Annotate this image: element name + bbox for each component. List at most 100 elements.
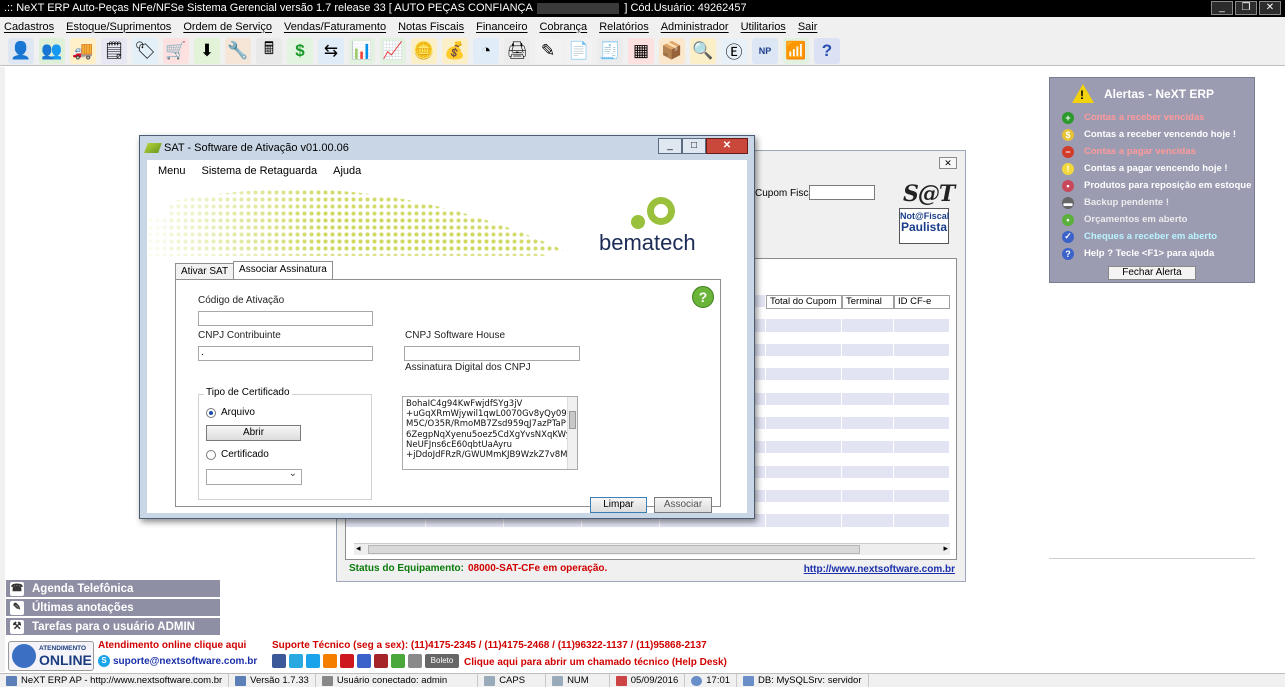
column-header-total[interactable]: Total do Cupom bbox=[766, 295, 842, 309]
menu-item-cobranca[interactable]: Cobrança bbox=[539, 21, 587, 33]
toolbar-button-search[interactable]: 🔍 bbox=[690, 37, 716, 64]
help-icon[interactable]: ? bbox=[692, 286, 714, 308]
alert-item[interactable]: • Orçamentos em aberto bbox=[1050, 211, 1254, 228]
sat-menu-ajuda[interactable]: Ajuda bbox=[333, 165, 361, 177]
toolbar-button-tag[interactable]: 🏷 bbox=[132, 37, 158, 64]
atendimento-online-link[interactable]: Atendimento online clique aqui bbox=[98, 640, 246, 651]
website-link[interactable]: http://www.nextsoftware.com.br bbox=[804, 564, 955, 575]
toolbar-button-user[interactable]: 👤 bbox=[8, 37, 34, 64]
toolbar-button-nota-paulista[interactable]: NP bbox=[752, 37, 778, 64]
support-email[interactable]: S suporte@nextsoftware.com.br bbox=[98, 655, 257, 667]
toolbar-button-pie[interactable]: ◔ bbox=[473, 37, 499, 64]
toolbar-button-client[interactable]: 👥 bbox=[39, 37, 65, 64]
toolbar-button-box[interactable]: 📦 bbox=[659, 37, 685, 64]
arquivo-radio[interactable]: Arquivo bbox=[206, 407, 255, 418]
toolbar-button-tools[interactable]: 🔧 bbox=[225, 37, 251, 64]
maximize-button[interactable]: ❐ bbox=[1235, 1, 1257, 15]
close-button[interactable]: ✕ bbox=[1259, 1, 1281, 15]
cnpj-contribuinte-input[interactable]: . bbox=[198, 346, 373, 361]
toolbar-button-download[interactable]: ⬇ bbox=[194, 37, 220, 64]
sidebar-item-agenda-telefonica[interactable]: ☎ Agenda Telefônica bbox=[6, 580, 220, 597]
alert-item[interactable]: ✓ Cheques a receber em aberto bbox=[1050, 228, 1254, 245]
toolbar-button-printer[interactable]: 🖨 bbox=[504, 37, 530, 64]
scroll-left-icon[interactable]: ◂ bbox=[356, 543, 361, 554]
toolbar-button-dashboard[interactable]: ▦ bbox=[628, 37, 654, 64]
toolbar-button-cart[interactable]: 🛒 bbox=[163, 37, 189, 64]
menu-item-vendas-faturamento[interactable]: Vendas/Faturamento bbox=[284, 21, 386, 33]
menu-item-relatorios[interactable]: Relatórios bbox=[599, 21, 649, 33]
arquivo-radio-dot[interactable] bbox=[206, 407, 216, 418]
cupom-fiscal-input[interactable] bbox=[809, 185, 875, 200]
blogger-icon[interactable] bbox=[323, 654, 337, 668]
skype-icon[interactable] bbox=[306, 654, 320, 668]
alert-item[interactable]: − Contas a pagar vencidas bbox=[1050, 143, 1254, 160]
alert-item[interactable]: + Contas a receber vencidas bbox=[1050, 109, 1254, 126]
download-icon[interactable] bbox=[391, 654, 405, 668]
alert-item[interactable]: ▪ Produtos para reposição em estoque bbox=[1050, 177, 1254, 194]
toolbar-button-coins[interactable]: 🪙 bbox=[411, 37, 437, 64]
toolbar-button-transfer[interactable]: ⇆ bbox=[318, 37, 344, 64]
menu-item-notas-fiscais[interactable]: Notas Fiscais bbox=[398, 21, 464, 33]
menu-item-estoque-suprimentos[interactable]: Estoque/Suprimentos bbox=[66, 21, 171, 33]
sat-menu-menu[interactable]: Menu bbox=[158, 165, 186, 177]
menu-item-administrador[interactable]: Administrador bbox=[661, 21, 729, 33]
toolbar-button-help[interactable]: ? bbox=[814, 37, 840, 64]
sat-close-button[interactable]: ✕ bbox=[706, 138, 748, 154]
column-header-idcfe[interactable]: ID CF-e bbox=[894, 295, 950, 309]
menu-item-cadastros[interactable]: Cadastros bbox=[4, 21, 54, 33]
memo-scrollbar[interactable] bbox=[567, 397, 577, 469]
support-email-text[interactable]: suporte@nextsoftware.com.br bbox=[113, 656, 257, 667]
youtube-icon[interactable] bbox=[340, 654, 354, 668]
sat-menu-sistema-de-retaguarda[interactable]: Sistema de Retaguarda bbox=[202, 165, 318, 177]
certificado-radio-dot[interactable] bbox=[206, 449, 216, 460]
associar-button[interactable]: Associar bbox=[654, 497, 712, 513]
cupom-window-close-button[interactable]: ✕ bbox=[939, 157, 957, 169]
column-header-terminal[interactable]: Terminal bbox=[842, 295, 894, 309]
alert-item[interactable]: ? Help ? Tecle <F1> para ajuda bbox=[1050, 245, 1254, 262]
menu-item-utilitarios[interactable]: Utilitarios bbox=[741, 21, 786, 33]
toolbar-button-stats[interactable]: 📶 bbox=[783, 37, 809, 64]
gear-icon[interactable] bbox=[408, 654, 422, 668]
sat-maximize-button[interactable]: □ bbox=[682, 138, 706, 154]
toolbar-button-document[interactable]: 📄 bbox=[566, 37, 592, 64]
toolbar-button-coin-stack[interactable]: 💰 bbox=[442, 37, 468, 64]
abrir-button[interactable]: Abrir bbox=[206, 425, 301, 441]
scroll-right-icon[interactable]: ▸ bbox=[943, 543, 948, 554]
limpar-button[interactable]: Limpar bbox=[590, 497, 647, 513]
alert-item[interactable]: ▬ Backup pendente ! bbox=[1050, 194, 1254, 211]
toolbar-button-nfe[interactable]: Ⓔ bbox=[721, 37, 747, 64]
menu-item-financeiro[interactable]: Financeiro bbox=[476, 21, 527, 33]
toolbar-button-bar-chart[interactable]: 📊 bbox=[349, 37, 375, 64]
codigo-ativacao-input[interactable] bbox=[198, 311, 373, 326]
boleto-button[interactable]: Boleto bbox=[425, 654, 459, 668]
close-alert-button[interactable]: Fechar Alerta bbox=[1108, 266, 1196, 280]
twitter-icon[interactable] bbox=[289, 654, 303, 668]
facebook-icon[interactable] bbox=[272, 654, 286, 668]
assinatura-digital-textarea[interactable]: BohaIC4g94KwFwjdfSYg3jV +uGqXRmWjywil1qwL… bbox=[402, 396, 578, 470]
memo-scroll-thumb[interactable] bbox=[569, 411, 576, 429]
toolbar-button-calc[interactable]: 🖩 bbox=[256, 37, 282, 64]
remote-icon[interactable] bbox=[374, 654, 388, 668]
certificado-radio[interactable]: Certificado bbox=[206, 449, 269, 460]
alert-item[interactable]: ! Contas a pagar vencendo hoje ! bbox=[1050, 160, 1254, 177]
toolbar-button-receipt-printer[interactable]: 🧾 bbox=[597, 37, 623, 64]
tab-ativar-sat[interactable]: Ativar SAT bbox=[175, 263, 235, 280]
alert-item[interactable]: $ Contas a receber vencendo hoje ! bbox=[1050, 126, 1254, 143]
certificado-select[interactable] bbox=[206, 468, 302, 485]
atendimento-online-badge[interactable]: ATENDIMENTO ONLINE bbox=[8, 641, 94, 671]
toolbar-button-truck[interactable]: 🚚 bbox=[70, 37, 96, 64]
menu-item-ordem-de-servico[interactable]: Ordem de Serviço bbox=[183, 21, 272, 33]
toolbar-button-area-chart[interactable]: 📈 bbox=[380, 37, 406, 64]
menu-item-sair[interactable]: Sair bbox=[798, 21, 818, 33]
horizontal-scrollbar[interactable]: ◂ ▸ bbox=[354, 543, 950, 555]
sat-minimize-button[interactable]: _ bbox=[658, 138, 682, 154]
toolbar-button-edit[interactable]: ✎ bbox=[535, 37, 561, 64]
toolbar-button-dollar[interactable]: $ bbox=[287, 37, 313, 64]
sidebar-item-tarefas-para-o-usuario-admin[interactable]: ⚒ Tarefas para o usuário ADMIN bbox=[6, 618, 220, 635]
scroll-thumb[interactable] bbox=[368, 545, 860, 554]
sidebar-item-ultimas-anotacoes[interactable]: ✎ Últimas anotações bbox=[6, 599, 220, 616]
cnpj-software-house-input[interactable] bbox=[404, 346, 580, 361]
minimize-button[interactable]: _ bbox=[1211, 1, 1233, 15]
table-row[interactable] bbox=[346, 526, 951, 539]
toolbar-button-calculator[interactable]: 🗒 bbox=[101, 37, 127, 64]
